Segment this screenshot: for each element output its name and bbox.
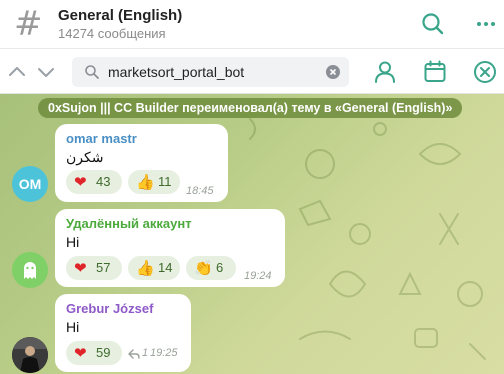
chat-area: 0xSujon ||| CC Builder переименовал(а) т… xyxy=(0,94,504,374)
user-icon[interactable] xyxy=(372,59,398,85)
reaction-count: 57 xyxy=(96,260,111,275)
reaction-heart[interactable]: ❤ 59 xyxy=(66,341,122,365)
reaction-count: 11 xyxy=(158,174,172,189)
sender-name[interactable]: omar mastr xyxy=(66,131,137,146)
message-count: 14274 сообщения xyxy=(58,26,166,41)
chat-header: # General (English) 14274 сообщения xyxy=(0,0,504,48)
in-chat-search-bar xyxy=(0,48,504,94)
reaction-count: 14 xyxy=(158,260,173,275)
reaction-thumbs-up[interactable]: 👍 11 xyxy=(128,170,180,194)
message-bubble[interactable]: Удалённый аккаунт Hi ❤ 57 👍 14 👏 6 19:24 xyxy=(55,209,285,287)
message-time: 19:24 xyxy=(244,270,272,282)
heart-icon: ❤ xyxy=(74,173,87,191)
service-message: 0xSujon ||| CC Builder переименовал(а) т… xyxy=(38,98,463,118)
photo-avatar xyxy=(12,337,48,373)
avatar[interactable]: OM xyxy=(12,166,48,202)
reaction-count: 6 xyxy=(216,260,224,275)
search-icon xyxy=(85,65,99,79)
hash-icon: # xyxy=(14,4,43,44)
reaction-thumbs-up[interactable]: 👍 14 xyxy=(128,256,180,280)
thumbs-up-icon: 👍 xyxy=(136,173,155,191)
reaction-heart[interactable]: ❤ 57 xyxy=(66,256,122,280)
search-field[interactable] xyxy=(72,57,349,87)
calendar-icon[interactable] xyxy=(422,59,448,85)
message-text: شكرن xyxy=(66,149,104,165)
message-bubble[interactable]: omar mastr شكرن ❤ 43 👍 11 18:45 xyxy=(55,124,228,202)
chevron-up-icon[interactable] xyxy=(6,61,28,83)
search-icon[interactable] xyxy=(419,10,447,38)
reply-icon[interactable] xyxy=(128,349,140,359)
chat-title[interactable]: General (English) xyxy=(58,7,182,24)
reaction-count: 43 xyxy=(96,174,111,189)
sender-name[interactable]: Grebur József xyxy=(66,301,153,316)
reaction-clap[interactable]: 👏 6 xyxy=(186,256,236,280)
ghost-icon-shape xyxy=(24,262,36,279)
message-time: 18:45 xyxy=(186,185,214,197)
more-icon[interactable] xyxy=(472,10,500,38)
message-text: Hi xyxy=(66,234,80,250)
thumbs-up-icon: 👍 xyxy=(136,259,155,277)
close-icon[interactable] xyxy=(472,59,498,85)
message-bubble[interactable]: Grebur József Hi ❤ 59 1 19:25 xyxy=(55,294,191,372)
message-time: 19:25 xyxy=(150,347,178,359)
sender-name[interactable]: Удалённый аккаунт xyxy=(66,216,192,231)
reply-count[interactable]: 1 xyxy=(142,347,148,359)
heart-icon: ❤ xyxy=(74,259,87,277)
chevron-down-icon[interactable] xyxy=(35,61,57,83)
heart-icon: ❤ xyxy=(74,344,87,362)
avatar[interactable] xyxy=(12,337,48,373)
clear-icon[interactable] xyxy=(326,65,340,79)
reaction-count: 59 xyxy=(96,345,111,360)
search-input[interactable] xyxy=(108,61,316,83)
clap-icon: 👏 xyxy=(194,259,213,277)
ghost-icon[interactable] xyxy=(12,252,48,288)
reaction-heart[interactable]: ❤ 43 xyxy=(66,170,122,194)
message-text: Hi xyxy=(66,319,80,335)
